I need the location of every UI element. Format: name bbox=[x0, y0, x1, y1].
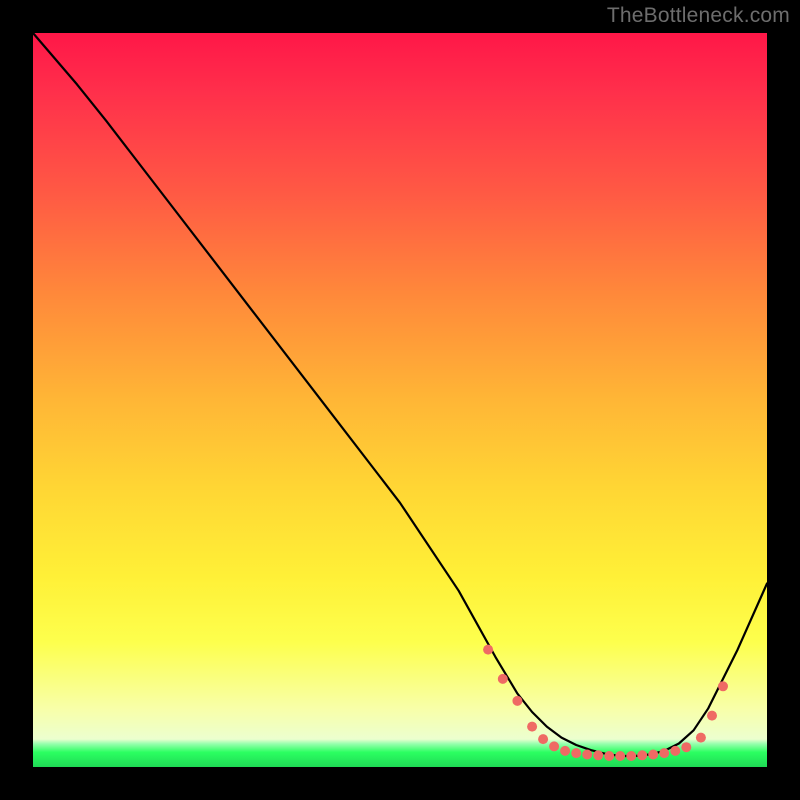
trough-marker bbox=[560, 746, 570, 756]
trough-marker bbox=[498, 674, 508, 684]
watermark-text: TheBottleneck.com bbox=[607, 4, 790, 28]
trough-marker bbox=[670, 746, 680, 756]
chart-svg bbox=[33, 33, 767, 767]
trough-marker bbox=[593, 750, 603, 760]
trough-marker bbox=[538, 734, 548, 744]
trough-marker bbox=[549, 741, 559, 751]
trough-marker bbox=[604, 751, 614, 761]
trough-marker bbox=[659, 748, 669, 758]
curve-line bbox=[33, 33, 767, 756]
trough-marker bbox=[582, 750, 592, 760]
trough-marker bbox=[707, 711, 717, 721]
trough-marker bbox=[571, 748, 581, 758]
trough-marker bbox=[648, 750, 658, 760]
trough-marker bbox=[696, 733, 706, 743]
trough-markers bbox=[483, 645, 728, 761]
chart-frame: TheBottleneck.com bbox=[0, 0, 800, 800]
trough-marker bbox=[626, 751, 636, 761]
trough-marker bbox=[615, 751, 625, 761]
trough-marker bbox=[681, 742, 691, 752]
trough-marker bbox=[527, 722, 537, 732]
trough-marker bbox=[637, 750, 647, 760]
trough-marker bbox=[483, 645, 493, 655]
plot-area bbox=[33, 33, 767, 767]
trough-marker bbox=[718, 681, 728, 691]
trough-marker bbox=[512, 696, 522, 706]
